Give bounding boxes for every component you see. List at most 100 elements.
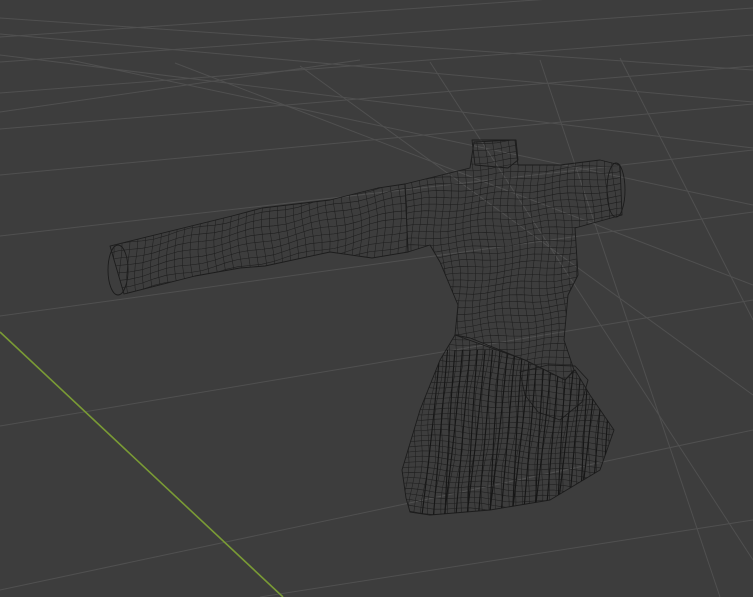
edge-ring: [405, 257, 622, 283]
edge-loop: [93, 144, 98, 324]
edge-loop: [110, 184, 116, 294]
edge-ring: [110, 184, 408, 250]
mesh-edges: [70, 69, 665, 568]
edge-ring: [405, 200, 622, 225]
edge-loop: [380, 184, 388, 294]
edge-loop: [219, 184, 228, 294]
edge-loop: [406, 335, 430, 515]
edge-loop: [388, 184, 396, 294]
edge-ring: [362, 553, 650, 568]
edge-loop: [188, 184, 196, 294]
edge-loop: [412, 144, 419, 324]
edge-loop: [508, 335, 531, 515]
edge-loop: [588, 140, 599, 380]
viewport-canvas[interactable]: [0, 0, 753, 597]
edge-loop: [428, 144, 435, 324]
3d-viewport[interactable]: [0, 0, 753, 597]
edge-loop: [436, 144, 443, 324]
skirt-fold-line: [601, 349, 614, 515]
edge-ring: [402, 388, 614, 405]
edge-ring: [405, 276, 622, 302]
edge-ring: [402, 343, 614, 360]
edge-ring: [405, 324, 622, 348]
edge-ring: [110, 228, 408, 294]
edge-ring: [110, 184, 408, 200]
edge-loop: [285, 184, 291, 294]
edge-ring: [405, 351, 622, 375]
edge-ring: [362, 310, 650, 326]
skirt-fold-line: [511, 349, 524, 515]
edge-ring: [362, 536, 650, 551]
edge-loop: [235, 184, 244, 294]
edge-loop: [353, 295, 376, 547]
edge-loop: [565, 140, 577, 380]
edge-ring: [405, 140, 622, 147]
edge-loop: [211, 184, 220, 294]
edge-ring: [110, 184, 408, 193]
edge-loop: [611, 140, 621, 380]
edge-ring: [110, 184, 408, 235]
edge-loop: [535, 140, 546, 380]
edge-ring: [362, 547, 650, 563]
edge-ring: [402, 337, 614, 354]
edge-loop: [627, 100, 636, 412]
right-cuff: [606, 162, 626, 218]
edge-loop: [364, 184, 372, 294]
edge-ring: [405, 344, 622, 369]
edge-loop: [180, 184, 188, 294]
edge-loop: [124, 184, 132, 294]
edge-loop: [580, 140, 591, 380]
skirt-fold-line: [444, 349, 456, 515]
sleeve-edges: [70, 69, 443, 324]
edge-loop: [371, 100, 381, 412]
edge-ring: [405, 310, 622, 334]
edge-loop: [608, 335, 614, 515]
edge-loop: [512, 140, 523, 380]
edge-ring: [405, 193, 622, 218]
edge-ring: [402, 509, 614, 515]
edge-ring: [110, 184, 408, 242]
edge-loop: [316, 184, 324, 294]
edge-ring: [70, 69, 442, 153]
edge-ring: [405, 159, 622, 185]
sleeve-cuff: [107, 244, 129, 296]
edge-loop: [348, 184, 357, 294]
skirt-fold-line: [421, 349, 441, 515]
edge-loop: [405, 140, 411, 380]
skirt-fold-line: [579, 349, 591, 515]
skirt-fold-line: [578, 349, 599, 515]
skirt-fold-line: [590, 349, 606, 515]
edge-ring: [402, 503, 614, 515]
edge-ring: [362, 520, 650, 536]
edge-ring: [110, 184, 408, 207]
edge-ring: [110, 184, 408, 214]
skirt-folds: [421, 349, 614, 515]
edge-loop: [251, 184, 260, 294]
edge-loop: [372, 184, 380, 294]
edge-ring: [405, 251, 622, 277]
edge-ring: [402, 382, 614, 399]
edge-ring: [110, 184, 408, 257]
edge-ring: [402, 393, 614, 410]
edge-loop: [268, 184, 275, 294]
edge-ring: [405, 233, 622, 258]
edge-loop: [408, 140, 419, 380]
edge-loop: [116, 184, 124, 294]
edge-ring: [402, 469, 614, 487]
edge-loop: [567, 335, 592, 515]
edge-loop: [634, 100, 643, 412]
edge-loop: [101, 144, 107, 324]
edge-ring: [405, 296, 622, 321]
edge-loop: [649, 100, 658, 412]
edge-loop: [656, 100, 665, 412]
edge-loop: [148, 184, 156, 294]
edge-ring: [402, 377, 614, 394]
edge-loop: [615, 295, 637, 547]
edge-loop: [85, 144, 90, 324]
edge-ring: [70, 89, 442, 174]
edge-ring: [362, 531, 650, 546]
edge-ring: [110, 184, 408, 228]
edge-ring: [365, 84, 653, 107]
edge-loop: [243, 184, 252, 294]
edge-ring: [365, 104, 653, 127]
